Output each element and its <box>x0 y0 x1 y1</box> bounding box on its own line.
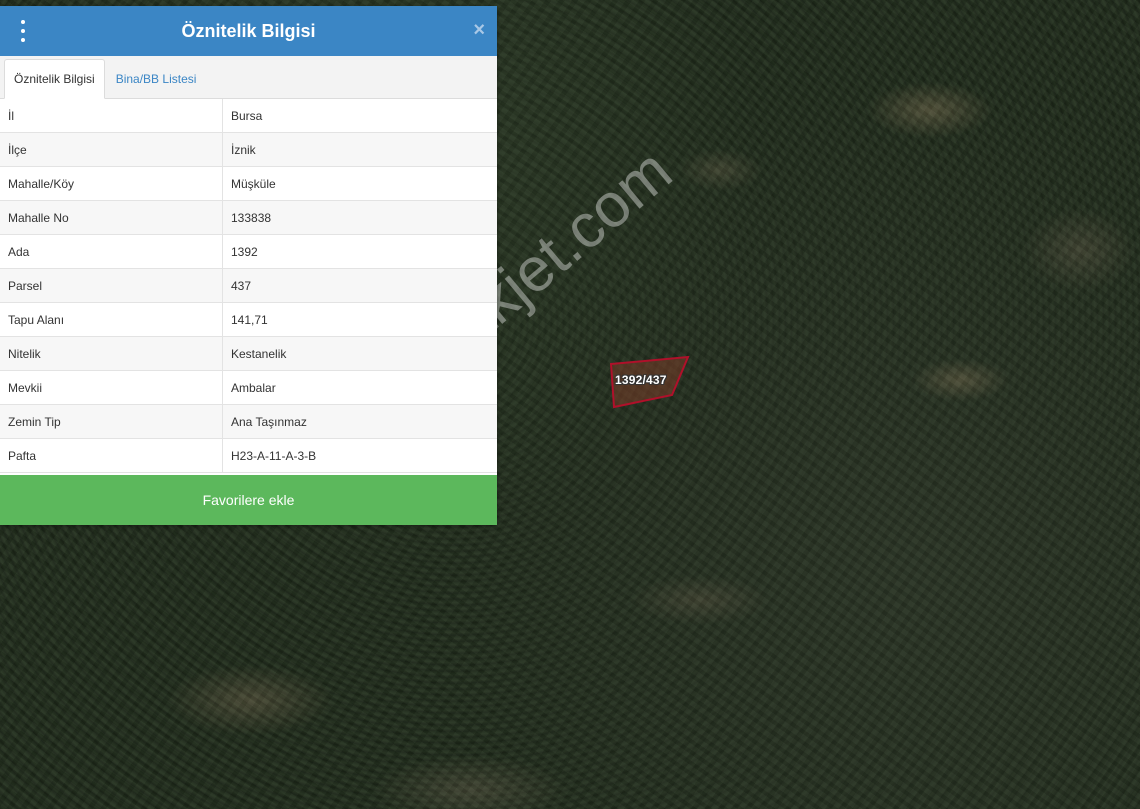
attribute-value: İznik <box>222 132 497 167</box>
parcel-label: 1392/437 <box>615 373 667 387</box>
attribute-key: Zemin Tip <box>0 404 223 439</box>
table-row: Ada 1392 <box>0 234 497 269</box>
attribute-table: İl Bursa İlçe İznik Mahalle/Köy Müşküle Mahall… <box>0 99 497 473</box>
table-row: İlçe İznik <box>0 132 497 167</box>
attribute-value: Ambalar <box>222 370 497 405</box>
attribute-key: Nitelik <box>0 336 223 371</box>
attribute-panel: Öznitelik Bilgisi × Öznitelik Bilgisi Bi… <box>0 6 497 525</box>
table-row: Zemin Tip Ana Taşınmaz <box>0 404 497 439</box>
table-row: Mevkii Ambalar <box>0 370 497 405</box>
attribute-key: Ada <box>0 234 223 269</box>
table-row: Mahalle/Köy Müşküle <box>0 166 497 201</box>
table-row: Nitelik Kestanelik <box>0 336 497 371</box>
attribute-key: Mevkii <box>0 370 223 405</box>
attribute-value: 437 <box>222 268 497 303</box>
add-favorite-button[interactable]: Favorilere ekle <box>0 475 497 525</box>
attribute-value: Kestanelik <box>222 336 497 371</box>
attribute-value: Müşküle <box>222 166 497 201</box>
attribute-value: 141,71 <box>222 302 497 337</box>
table-row: İl Bursa <box>0 99 497 133</box>
tab-building-list[interactable]: Bina/BB Listesi <box>107 60 206 98</box>
table-row: Mahalle No 133838 <box>0 200 497 235</box>
attribute-value: Ana Taşınmaz <box>222 404 497 439</box>
panel-title: Öznitelik Bilgisi <box>181 20 316 41</box>
close-icon[interactable]: × <box>473 18 485 42</box>
panel-header: Öznitelik Bilgisi × <box>0 6 497 56</box>
attribute-key: Tapu Alanı <box>0 302 223 337</box>
attribute-key: Mahalle/Köy <box>0 166 223 201</box>
table-row: Pafta H23-A-11-A-3-B <box>0 438 497 473</box>
attribute-value: Bursa <box>222 99 497 133</box>
tab-attribute-info[interactable]: Öznitelik Bilgisi <box>4 59 105 99</box>
attribute-key: Pafta <box>0 438 223 473</box>
tab-bar: Öznitelik Bilgisi Bina/BB Listesi <box>0 56 497 99</box>
attribute-value: 133838 <box>222 200 497 235</box>
table-row: Tapu Alanı 141,71 <box>0 302 497 337</box>
attribute-value: 1392 <box>222 234 497 269</box>
attribute-key: İl <box>0 99 223 133</box>
attribute-key: Parsel <box>0 268 223 303</box>
attribute-key: İlçe <box>0 132 223 167</box>
vertical-dots-icon[interactable] <box>16 20 30 42</box>
table-row: Parsel 437 <box>0 268 497 303</box>
attribute-key: Mahalle No <box>0 200 223 235</box>
attribute-value: H23-A-11-A-3-B <box>222 438 497 473</box>
